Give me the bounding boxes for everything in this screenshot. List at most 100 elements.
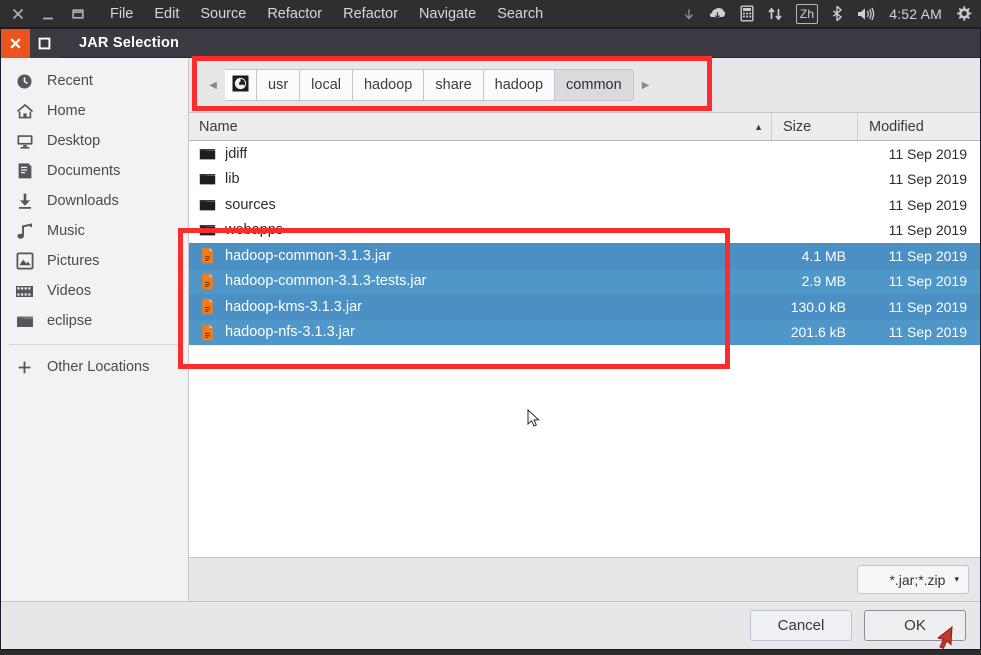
folder-icon: [15, 312, 34, 331]
file-name-cell: hadoop-kms-3.1.3.jar: [189, 298, 772, 315]
file-name-cell: jdiff: [189, 145, 772, 162]
file-modified-cell: 11 Sep 2019: [888, 247, 967, 264]
gear-icon[interactable]: [955, 4, 972, 24]
table-row[interactable]: lib 11 Sep 2019: [189, 167, 980, 193]
table-row[interactable]: webapps 11 Sep 2019: [189, 218, 980, 244]
menu-item-source[interactable]: Source: [200, 6, 246, 22]
breadcrumb-usr[interactable]: usr: [257, 69, 301, 101]
sidebar-item-downloads[interactable]: Downloads: [1, 186, 188, 216]
sidebar-item-home[interactable]: Home: [1, 96, 188, 126]
filter-value-label: *.jar;*.zip: [889, 571, 946, 588]
jar-file-icon: [199, 324, 216, 341]
bluetooth-icon[interactable]: [831, 4, 843, 24]
menu-item-file[interactable]: File: [110, 6, 133, 22]
volume-icon[interactable]: [856, 4, 876, 24]
table-row[interactable]: hadoop-common-3.1.3-tests.jar 2.9 MB 11 …: [189, 268, 980, 294]
sidebar-item-documents[interactable]: Documents: [1, 156, 188, 186]
file-name-label: hadoop-common-3.1.3.jar: [225, 247, 392, 264]
software-update-icon[interactable]: [708, 4, 727, 24]
folder-icon: [199, 145, 216, 162]
restore-icon[interactable]: [70, 6, 86, 22]
dialog-body: Recent Home Desktop Documents Downloads …: [1, 58, 980, 601]
dialog-maximize-button[interactable]: [30, 28, 59, 58]
file-modified-cell: 11 Sep 2019: [888, 171, 967, 188]
sidebar-item-other-locations[interactable]: Other Locations: [1, 352, 188, 382]
table-row[interactable]: sources 11 Sep 2019: [189, 192, 980, 218]
breadcrumb-common[interactable]: common: [555, 69, 634, 101]
sidebar-item-label: Pictures: [47, 253, 100, 269]
sidebar-item-recent[interactable]: Recent: [1, 66, 188, 96]
music-note-icon: [15, 222, 34, 241]
sidebar-item-eclipse[interactable]: eclipse: [1, 306, 188, 336]
file-type-filter-dropdown[interactable]: *.jar;*.zip ▾: [857, 565, 969, 594]
table-row[interactable]: jdiff 11 Sep 2019: [189, 141, 980, 167]
close-icon: [10, 37, 21, 49]
breadcrumb-root-button[interactable]: [225, 69, 257, 101]
breadcrumb-local[interactable]: local: [300, 69, 353, 101]
input-method-indicator[interactable]: Zh: [795, 3, 819, 24]
dialog-action-bar: Cancel OK: [1, 601, 980, 649]
filter-bar: *.jar;*.zip ▾: [189, 557, 980, 601]
file-size-cell: 2.9 MB: [801, 273, 846, 290]
menu-item-refactor[interactable]: Refactor: [267, 6, 322, 22]
menu-item-edit[interactable]: Edit: [154, 6, 179, 22]
menu-item-search[interactable]: Search: [497, 6, 543, 22]
sidebar-item-music[interactable]: Music: [1, 216, 188, 246]
sidebar-item-videos[interactable]: Videos: [1, 276, 188, 306]
sidebar-divider: [9, 344, 180, 345]
folder-icon: [199, 171, 216, 188]
sidebar-item-pictures[interactable]: Pictures: [1, 246, 188, 276]
sidebar-item-desktop[interactable]: Desktop: [1, 126, 188, 156]
breadcrumb-hadoop-2[interactable]: hadoop: [483, 69, 556, 101]
file-size-cell: 4.1 MB: [801, 247, 846, 264]
system-indicators: Zh 4:52 AM: [683, 3, 981, 24]
file-list-header: Name ▲ Size Modified: [189, 112, 980, 141]
cancel-button[interactable]: Cancel: [750, 610, 852, 641]
file-name-label: sources: [225, 196, 276, 213]
network-transfer-icon[interactable]: [767, 4, 783, 24]
menu-item-navigate[interactable]: Navigate: [419, 6, 476, 22]
column-header-name[interactable]: Name ▲: [189, 113, 772, 140]
pathbar-container: ◀ usr local hadoop share hadoop common ▶: [189, 58, 980, 112]
sidebar-item-label: Videos: [47, 283, 92, 299]
menu-item-refactor-2[interactable]: Refactor: [343, 6, 398, 22]
file-name-label: hadoop-common-3.1.3-tests.jar: [225, 273, 427, 290]
calculator-icon[interactable]: [740, 4, 754, 24]
dialog-title: JAR Selection: [79, 35, 180, 51]
chevron-down-icon: ▾: [954, 574, 959, 584]
sidebar-item-label: Home: [47, 103, 86, 119]
close-icon[interactable]: [10, 6, 26, 22]
file-size-cell: 130.0 kB: [790, 298, 846, 315]
file-modified-cell: 11 Sep 2019: [888, 324, 967, 341]
file-name-label: jdiff: [225, 145, 248, 162]
table-row[interactable]: hadoop-common-3.1.3.jar 4.1 MB 11 Sep 20…: [189, 243, 980, 269]
ok-button[interactable]: OK: [864, 610, 966, 641]
file-name-label: webapps: [225, 222, 284, 239]
file-name-cell: hadoop-nfs-3.1.3.jar: [189, 324, 772, 341]
monitor-icon: [15, 132, 34, 151]
breadcrumb-prev-button[interactable]: ◀: [201, 69, 225, 101]
minimize-icon[interactable]: [40, 6, 56, 22]
sidebar-item-label: Documents: [47, 163, 121, 179]
breadcrumb-share[interactable]: share: [424, 69, 484, 101]
file-chooser-content: ◀ usr local hadoop share hadoop common ▶…: [189, 58, 980, 601]
mouse-cursor: [527, 408, 541, 428]
table-row[interactable]: hadoop-kms-3.1.3.jar 130.0 kB 11 Sep 201…: [189, 294, 980, 320]
file-name-label: hadoop-kms-3.1.3.jar: [225, 298, 363, 315]
clock-label[interactable]: 4:52 AM: [889, 4, 942, 24]
desktop-top-panel: File Edit Source Refactor Refactor Navig…: [0, 0, 981, 28]
sidebar-item-label: Music: [47, 223, 85, 239]
dialog-close-button[interactable]: [1, 28, 30, 58]
folder-icon: [199, 222, 216, 239]
column-header-modified[interactable]: Modified: [858, 113, 980, 140]
dialog-titlebar: JAR Selection: [1, 28, 980, 58]
file-list[interactable]: jdiff 11 Sep 2019 lib 11 Sep 2019 source…: [189, 141, 980, 557]
column-header-size[interactable]: Size: [772, 113, 858, 140]
folder-icon: [199, 196, 216, 213]
chevron-down-icon[interactable]: [683, 4, 695, 24]
breadcrumb-hadoop[interactable]: hadoop: [352, 69, 425, 101]
breadcrumb-next-button[interactable]: ▶: [634, 69, 658, 101]
file-name-cell: webapps: [189, 222, 772, 239]
table-row[interactable]: hadoop-nfs-3.1.3.jar 201.6 kB 11 Sep 201…: [189, 319, 980, 345]
jar-selection-dialog: JAR Selection Recent Home Desktop Docume…: [0, 28, 981, 650]
